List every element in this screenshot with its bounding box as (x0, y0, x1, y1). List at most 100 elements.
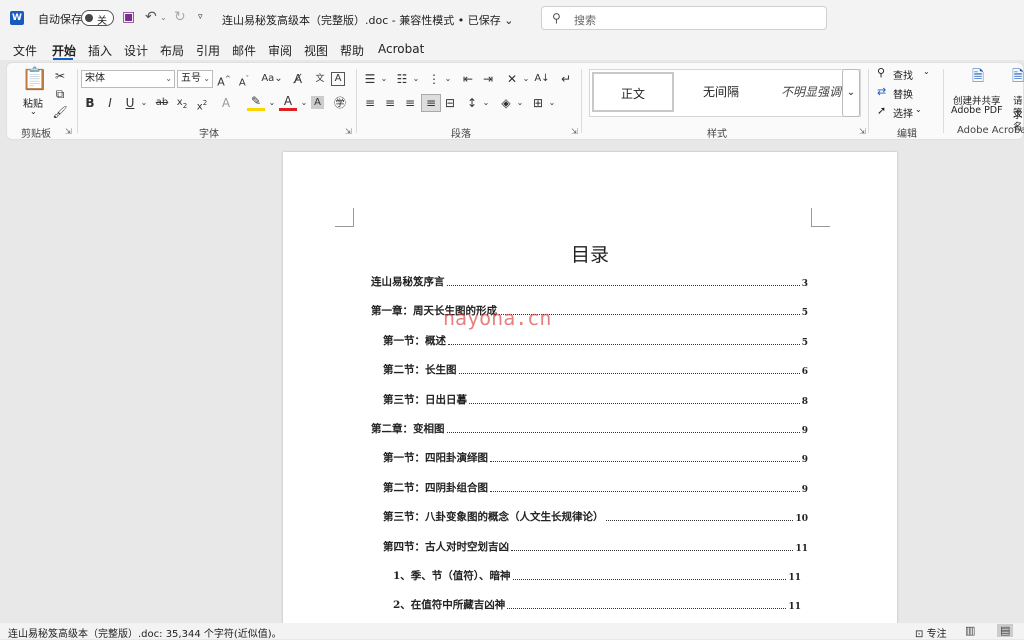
toc-entry[interactable]: 第二节：长生图 6 (383, 361, 808, 377)
toc-entry[interactable]: 第四节：古人对时空划吉凶 11 (383, 538, 808, 554)
chevron-down-icon[interactable]: ⌄ (511, 94, 529, 112)
font-name-combo[interactable]: 宋体 ⌄ (81, 70, 175, 88)
redo-icon[interactable]: ↻ (174, 9, 186, 25)
save-icon[interactable]: ▣ (122, 9, 135, 25)
tab-acrobat[interactable]: Acrobat (378, 42, 424, 56)
replace-button[interactable]: 替换 (893, 86, 913, 101)
tab-home[interactable]: 开始 (52, 42, 76, 59)
change-case-icon[interactable]: Aa⌄ (259, 70, 285, 88)
find-button[interactable]: 查找 (893, 67, 913, 82)
style-normal[interactable]: 正文 (592, 72, 674, 112)
search-input[interactable]: ⚲ 搜索 (541, 6, 827, 30)
italic-icon[interactable]: I (101, 94, 119, 112)
chevron-down-icon[interactable]: ⌄ (915, 105, 922, 114)
show-marks-icon[interactable]: ↵ (557, 70, 575, 88)
distributed-icon[interactable]: ⊟ (441, 94, 459, 112)
chevron-down-icon[interactable]: ⌄ (439, 70, 457, 88)
document-page[interactable]: 目录 连山易秘笈序言 3 第一章：周天长生图的形成 5 第一节：概述 5 第二节：长生图 6 第… (283, 152, 897, 632)
character-shading-icon[interactable]: A (311, 96, 324, 109)
enclose-characters-icon[interactable]: ㊫ (331, 94, 349, 112)
grow-font-icon[interactable]: A^ (215, 70, 233, 92)
format-painter-icon[interactable]: 🖌 (51, 103, 69, 121)
superscript-icon[interactable]: x2 (193, 94, 211, 116)
clipboard-launcher-icon[interactable]: ⇲ (65, 127, 72, 136)
tab-layout[interactable]: 布局 (160, 42, 184, 59)
bold-icon[interactable]: B (81, 94, 99, 112)
focus-mode-button[interactable]: ⊡ 专注 (915, 625, 947, 640)
chevron-down-icon[interactable]: ⌄ (135, 94, 153, 112)
paragraph-launcher-icon[interactable]: ⇲ (571, 127, 578, 136)
toc-entry-text: 第三节：日出日暮 (383, 393, 467, 406)
document-title[interactable]: 连山易秘笈高级本（完整版）.doc - 兼容性模式 • 已保存 ⌄ (222, 12, 513, 28)
chevron-down-icon[interactable]: ⌄ (375, 70, 393, 88)
select-icon[interactable]: ➚ (877, 104, 886, 117)
increase-indent-icon[interactable]: ⇥ (479, 70, 497, 88)
toc-entry[interactable]: 第一节：四阳卦演绎图 9 (383, 449, 808, 465)
styles-gallery: 正文 无间隔 不明显强调 (589, 69, 861, 117)
align-center-icon[interactable]: ≡ (381, 94, 399, 112)
customize-toolbar-icon[interactable]: ▿ (198, 12, 203, 22)
align-right-icon[interactable]: ≡ (401, 94, 419, 112)
clear-formatting-icon[interactable]: A̸ (289, 70, 307, 88)
toc-page-number: 10 (795, 514, 808, 525)
select-button[interactable]: 选择 (893, 105, 913, 120)
request-signature-icon[interactable]: 🗎 (1009, 67, 1024, 85)
search-placeholder: 搜索 (574, 14, 596, 27)
create-pdf-icon[interactable]: 🗎 (969, 67, 987, 85)
tab-view[interactable]: 视图 (304, 42, 328, 59)
adobe-pdf-label[interactable]: Adobe PDF (951, 105, 1003, 116)
toc-entry-text: 第二节：四阴卦组合图 (383, 481, 488, 494)
tab-insert[interactable]: 插入 (88, 42, 112, 59)
cut-icon[interactable]: ✂ (51, 67, 69, 85)
styles-more-button[interactable]: ⌄ (842, 69, 860, 117)
toc-entry[interactable]: 第一节：概述 5 (383, 332, 808, 348)
toc-entry[interactable]: 第二章：变相图 9 (371, 420, 808, 436)
sort-icon[interactable]: A↓ (533, 70, 551, 88)
autosave-toggle[interactable]: 关 (81, 10, 114, 27)
tab-help[interactable]: 帮助 (340, 42, 364, 59)
tab-references[interactable]: 引用 (196, 42, 220, 59)
styles-launcher-icon[interactable]: ⇲ (859, 127, 866, 136)
chevron-down-icon[interactable]: ⌄ (923, 67, 930, 76)
character-border-icon[interactable]: A (331, 72, 345, 86)
strikethrough-icon[interactable]: ab (153, 94, 171, 112)
crop-mark-top-left (335, 208, 354, 227)
tab-design[interactable]: 设计 (124, 42, 148, 59)
undo-dropdown-icon[interactable]: ⌄ (160, 13, 167, 22)
font-size-combo[interactable]: 五号 ⌄ (177, 70, 213, 88)
shrink-font-icon[interactable]: Aˇ (235, 70, 253, 92)
find-icon[interactable]: ⚲ (877, 66, 885, 79)
font-launcher-icon[interactable]: ⇲ (345, 127, 352, 136)
replace-icon[interactable]: ⇄ (877, 85, 886, 98)
justify-icon[interactable]: ≡ (421, 94, 441, 112)
toc-entry[interactable]: 第三节：日出日暮 8 (383, 391, 808, 407)
subscript-icon[interactable]: x2 (173, 94, 191, 115)
phonetic-guide-icon[interactable]: 文 (311, 70, 329, 88)
toc-entry[interactable]: 第二节：四阴卦组合图 9 (383, 479, 808, 495)
adobe-group-label: Adobe Acrobat (957, 125, 1024, 136)
text-effects-icon[interactable]: A (217, 94, 235, 112)
chevron-down-icon[interactable]: ⌄ (543, 94, 561, 112)
toc-entry[interactable]: 1、季、节（值符）、暗神 11 (393, 567, 801, 583)
paste-dropdown-icon[interactable]: ⌄ (30, 107, 37, 116)
paste-icon[interactable]: 📋 (21, 67, 48, 93)
print-layout-icon[interactable]: ▤ (997, 624, 1014, 637)
decrease-indent-icon[interactable]: ⇤ (459, 70, 477, 88)
toc-entry-text: 1、季、节（值符）、暗神 (393, 570, 511, 582)
toc-entry[interactable]: 连山易秘笈序言 3 (371, 273, 808, 289)
align-left-icon[interactable]: ≡ (361, 94, 379, 112)
copy-icon[interactable]: ⧉ (51, 85, 69, 103)
undo-icon[interactable]: ↶ (145, 9, 157, 25)
word-count-status[interactable]: 连山易秘笈高级本（完整版）.doc: 35,344 个字符(近似值)。 (8, 625, 282, 640)
tab-mailings[interactable]: 邮件 (232, 42, 256, 59)
toc-entry[interactable]: 第一章：周天长生图的形成 5 (371, 302, 808, 318)
style-no-spacing[interactable]: 无间隔 (678, 72, 764, 112)
tab-file[interactable]: 文件 (13, 42, 37, 59)
chevron-down-icon[interactable]: ⌄ (407, 70, 425, 88)
read-mode-icon[interactable]: ▥ (965, 624, 975, 637)
chevron-down-icon: ⌄ (165, 74, 172, 83)
tab-review[interactable]: 审阅 (268, 42, 292, 59)
toc-entry[interactable]: 第三节：八卦变象图的概念（人文生长规律论） 10 (383, 508, 808, 524)
toc-entry[interactable]: 2、在值符中所藏吉凶神 11 (393, 596, 801, 612)
chevron-down-icon[interactable]: ⌄ (477, 94, 495, 112)
